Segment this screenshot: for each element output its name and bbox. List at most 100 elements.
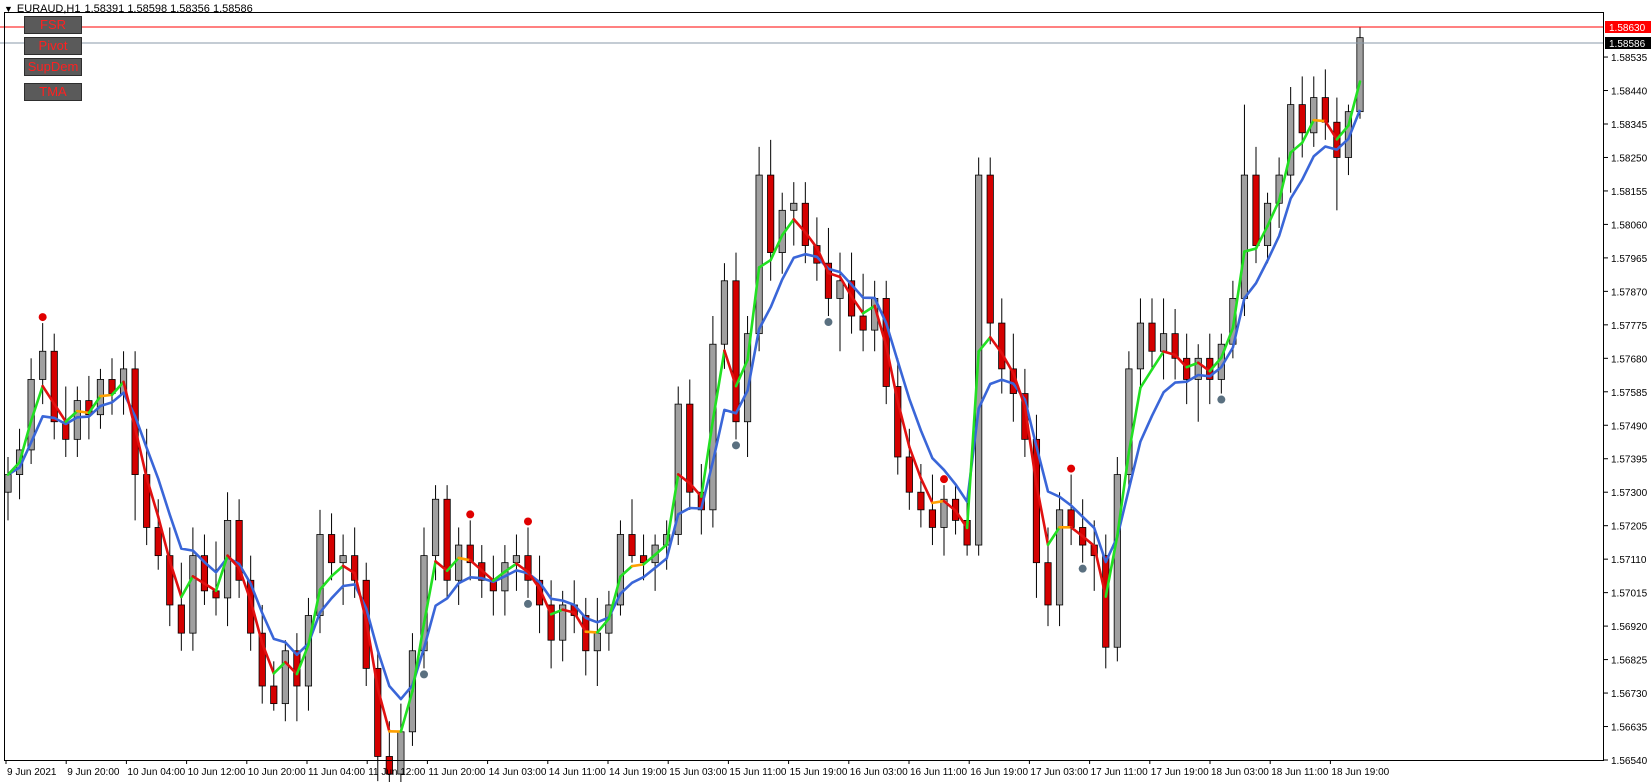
time-tick-label: 16 Jun 19:00 [970, 767, 1028, 778]
candle-body [1240, 174, 1249, 299]
chevron-down-icon[interactable]: ▼ [4, 4, 13, 14]
candle-body [928, 509, 937, 528]
candle-body [801, 202, 809, 246]
price-tick-label: 1.58250 [1611, 153, 1648, 164]
candle-body [1113, 474, 1121, 648]
time-tick-label: 17 Jun 19:00 [1151, 767, 1209, 778]
price-tick-label: 1.58155 [1611, 187, 1648, 198]
time-tick-label: 16 Jun 03:00 [850, 767, 908, 778]
candle-body [593, 632, 601, 652]
candle-body [281, 650, 289, 705]
price-tick-label: 1.57870 [1611, 287, 1648, 298]
time-tick-label: 15 Jun 19:00 [790, 767, 848, 778]
time-tick-label: 11 Jun 20:00 [428, 767, 486, 778]
time-tick-label: 14 Jun 11:00 [549, 767, 607, 778]
price-tick-label: 1.56540 [1611, 756, 1648, 767]
price-tick-label: 1.57015 [1611, 589, 1648, 600]
candle-body [1148, 322, 1156, 352]
time-tick-label: 11 Jun 04:00 [308, 767, 366, 778]
candle-body [339, 555, 347, 564]
candle-body [189, 555, 197, 634]
tma-band-segment [630, 563, 645, 568]
fsr-button[interactable]: FSR [24, 16, 82, 34]
price-tick-label: 1.57585 [1611, 388, 1648, 399]
time-tick-label: 9 Jun 20:00 [67, 767, 120, 778]
symbol-ohlc: 1.58391 1.58598 1.58356 1.58586 [84, 3, 253, 15]
price-tick-label: 1.58060 [1611, 220, 1648, 231]
tma-band-segment [99, 393, 114, 398]
price-tick-label: 1.58535 [1611, 53, 1648, 64]
tma-band-segment [584, 630, 599, 634]
candle-body [1321, 97, 1329, 123]
candle-body [1356, 37, 1364, 113]
candle-body [767, 174, 775, 254]
candle-body [327, 534, 336, 564]
price-tick-label: 1.56730 [1611, 689, 1648, 700]
candle [986, 157, 994, 345]
price-tick-label: 1.56635 [1611, 723, 1648, 734]
candle-body [50, 350, 58, 423]
candle-body [1159, 333, 1168, 352]
fractal-low-dot [824, 318, 833, 327]
pivot-button[interactable]: Pivot [24, 37, 82, 55]
supdem-button[interactable]: SupDem [24, 58, 82, 76]
fractal-high-dot [1067, 464, 1076, 473]
candle-body [732, 280, 740, 423]
tma-band-segment [931, 499, 946, 505]
price-tick-label: 1.57965 [1611, 254, 1648, 265]
candle-body [790, 202, 798, 211]
candle-body [1252, 174, 1260, 246]
fractal-high-dot [466, 510, 475, 519]
candle-body [154, 527, 162, 557]
time-tick-label: 16 Jun 11:00 [910, 767, 968, 778]
candle-body [431, 498, 440, 557]
price-tick-label: 1.58440 [1611, 87, 1648, 98]
price-tick-label: 1.57490 [1611, 421, 1648, 432]
candle-body [917, 491, 925, 511]
candle-body [628, 534, 636, 557]
price-tick-label: 1.56920 [1611, 622, 1648, 633]
time-tick-label: 11 Jun 12:00 [368, 767, 426, 778]
symbol-name: EURAUD,H1 [16, 3, 81, 15]
time-tick-label: 10 Jun 20:00 [248, 767, 306, 778]
time-tick-label: 18 Jun 19:00 [1331, 767, 1389, 778]
time-tick-label: 10 Jun 12:00 [188, 767, 246, 778]
candle-body [455, 544, 463, 581]
candle-body [859, 315, 867, 331]
time-tick-label: 9 Jun 2021 [7, 767, 57, 778]
candle [1113, 456, 1121, 662]
candle-body [1298, 104, 1306, 134]
time-tick-label: 17 Jun 11:00 [1091, 767, 1149, 778]
candle-body [836, 280, 844, 299]
candle [616, 520, 625, 616]
time-tick-label: 18 Jun 03:00 [1211, 767, 1269, 778]
fractal-high-dot [940, 475, 948, 484]
price-chart[interactable]: 1.58535 1.58440 1.58345 1.58250 1.58155 1.580… [0, 0, 1651, 782]
candle-body [686, 403, 694, 493]
candle-body [1044, 562, 1052, 606]
candle-body [755, 174, 763, 335]
candle-body [582, 615, 590, 652]
chart-background [0, 0, 1651, 782]
candle-body [4, 474, 12, 493]
time-tick-label: 14 Jun 19:00 [609, 767, 667, 778]
current-price-label: 1.58586 [1609, 39, 1646, 50]
time-tick-label: 15 Jun 03:00 [669, 767, 727, 778]
price-tick-label: 1.57300 [1611, 488, 1648, 499]
fractal-low-dot [420, 670, 428, 679]
fractal-high-dot [38, 313, 47, 322]
price-tick-label: 1.57680 [1611, 354, 1648, 365]
fractal-high-dot [524, 517, 532, 526]
candle-body [905, 456, 913, 493]
candle-body [177, 604, 185, 634]
candle [1356, 27, 1364, 119]
tma-button[interactable]: TMA [24, 83, 82, 101]
time-tick-label: 15 Jun 11:00 [729, 767, 787, 778]
price-tick-label: 1.57205 [1611, 522, 1648, 533]
symbol-header: ▼ EURAUD,H1 1.58391 1.58598 1.58356 1.58… [4, 3, 253, 15]
candle-body [986, 174, 994, 324]
time-tick-label: 10 Jun 04:00 [127, 767, 185, 778]
time-tick-label: 14 Jun 03:00 [489, 767, 547, 778]
candle-body [1055, 509, 1064, 606]
fractal-low-dot [732, 441, 740, 450]
